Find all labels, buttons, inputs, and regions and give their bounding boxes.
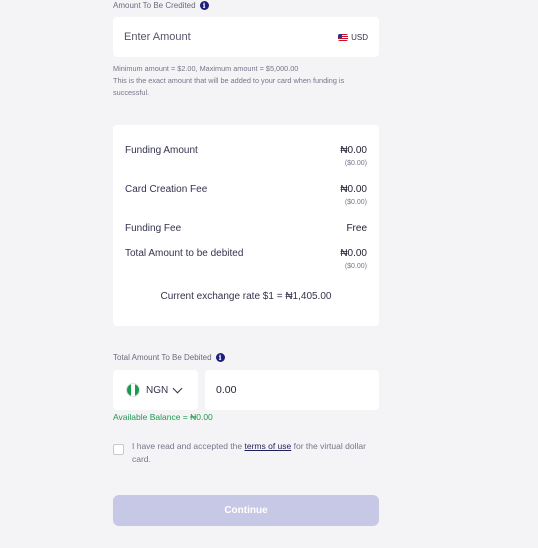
- credit-hint-description: This is the exact amount that will be ad…: [113, 76, 345, 97]
- terms-text: I have read and accepted the terms of us…: [132, 440, 379, 466]
- credit-amount-input[interactable]: [124, 31, 304, 43]
- currency-usd-label: USD: [351, 32, 368, 42]
- credit-label: Amount To Be Credited: [113, 1, 196, 10]
- card-fee-label: Card Creation Fee: [125, 184, 208, 195]
- funding-amount-label: Funding Amount: [125, 145, 198, 156]
- terms-prefix: I have read and accepted the: [132, 441, 245, 451]
- chevron-down-icon: [172, 383, 183, 393]
- card-fee-values: ₦0.00 ($0.00): [340, 184, 367, 206]
- available-balance: Available Balance = ₦0.00: [113, 412, 213, 422]
- summary-row-funding-fee: Funding Fee Free: [125, 223, 367, 234]
- currency-usd-tag: USD: [338, 33, 368, 42]
- debit-label: Total Amount To Be Debited: [113, 353, 212, 362]
- fee-summary-card: Funding Amount ₦0.00 ($0.00) Card Creati…: [113, 125, 379, 326]
- total-label: Total Amount to be debited: [125, 248, 244, 259]
- funding-amount-values: ₦0.00 ($0.00): [340, 145, 367, 167]
- exchange-rate: Current exchange rate $1 = ₦1,405.00: [160, 291, 332, 302]
- total-values: ₦0.00 ($0.00): [340, 248, 367, 270]
- info-icon[interactable]: i: [199, 1, 209, 10]
- funding-fee-value: Free: [346, 223, 367, 234]
- debit-amount-input[interactable]: [216, 384, 366, 396]
- credit-amount-field[interactable]: USD: [113, 17, 379, 57]
- continue-button[interactable]: Continue: [113, 495, 379, 526]
- terms-checkbox[interactable]: [113, 444, 124, 455]
- credit-hint-limits: Minimum amount = $2.00, Maximum amount =…: [113, 64, 299, 73]
- summary-row-card-fee: Card Creation Fee ₦0.00 ($0.00): [125, 184, 367, 206]
- currency-select[interactable]: NGN: [113, 370, 198, 410]
- card-fee-usd: ($0.00): [344, 199, 367, 206]
- summary-row-total: Total Amount to be debited ₦0.00 ($0.00): [125, 248, 367, 270]
- funding-fee-label: Funding Fee: [125, 223, 182, 234]
- info-icon[interactable]: i: [215, 353, 225, 362]
- nigeria-flag-icon: [126, 383, 140, 397]
- fund-card-form: Amount To Be Credited i USD Minimum amou…: [0, 0, 538, 548]
- total-value: ₦0.00: [340, 248, 367, 259]
- card-fee-value: ₦0.00: [340, 184, 367, 195]
- credit-label-row: Amount To Be Credited i: [113, 1, 379, 10]
- funding-amount-usd: ($0.00): [344, 160, 367, 167]
- credit-hint: Minimum amount = $2.00, Maximum amount =…: [113, 63, 381, 99]
- terms-of-use-link[interactable]: terms of use: [244, 441, 291, 451]
- total-usd: ($0.00): [344, 263, 367, 270]
- us-flag-icon: [338, 33, 349, 41]
- terms-row: I have read and accepted the terms of us…: [113, 440, 379, 466]
- currency-select-value: NGN: [146, 384, 169, 396]
- debit-amount-field[interactable]: [205, 370, 379, 410]
- summary-row-funding-amount: Funding Amount ₦0.00 ($0.00): [125, 145, 367, 167]
- debit-label-row: Total Amount To Be Debited i: [113, 353, 379, 362]
- funding-amount-value: ₦0.00: [340, 145, 367, 156]
